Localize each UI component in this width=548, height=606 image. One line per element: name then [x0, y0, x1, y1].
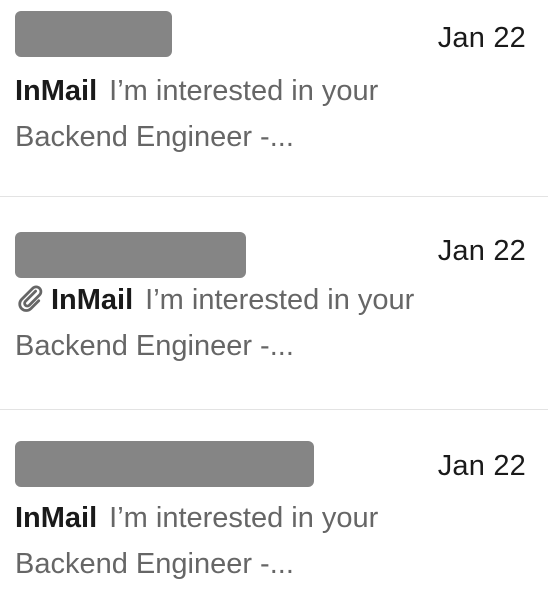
conversation-item[interactable]: Jan 22 InMail I’m interested in your Back… [0, 197, 548, 409]
conversation-item[interactable]: Jan 22 InMail I’m interested in your Back… [0, 0, 548, 196]
conversation-date: Jan 22 [437, 235, 526, 267]
message-preview: InMail I’m interested in your Backend Eng… [15, 68, 455, 160]
inmail-badge: InMail [15, 75, 98, 107]
message-preview: InMail I’m interested in your Backend Eng… [15, 277, 435, 369]
redacted-sender-name [15, 232, 246, 278]
conversation-date: Jan 22 [437, 22, 526, 54]
conversation-item[interactable]: Jan 22 InMail I’m interested in your Back… [0, 410, 548, 606]
message-preview: InMail I’m interested in your Backend Eng… [15, 495, 455, 587]
inmail-badge: InMail [15, 502, 98, 534]
conversation-list: Jan 22 InMail I’m interested in your Back… [0, 0, 548, 606]
redacted-sender-name [15, 11, 172, 57]
conversation-date: Jan 22 [437, 450, 526, 482]
redacted-sender-name [15, 441, 314, 487]
paperclip-icon [15, 283, 45, 313]
inmail-badge: InMail [51, 284, 134, 316]
